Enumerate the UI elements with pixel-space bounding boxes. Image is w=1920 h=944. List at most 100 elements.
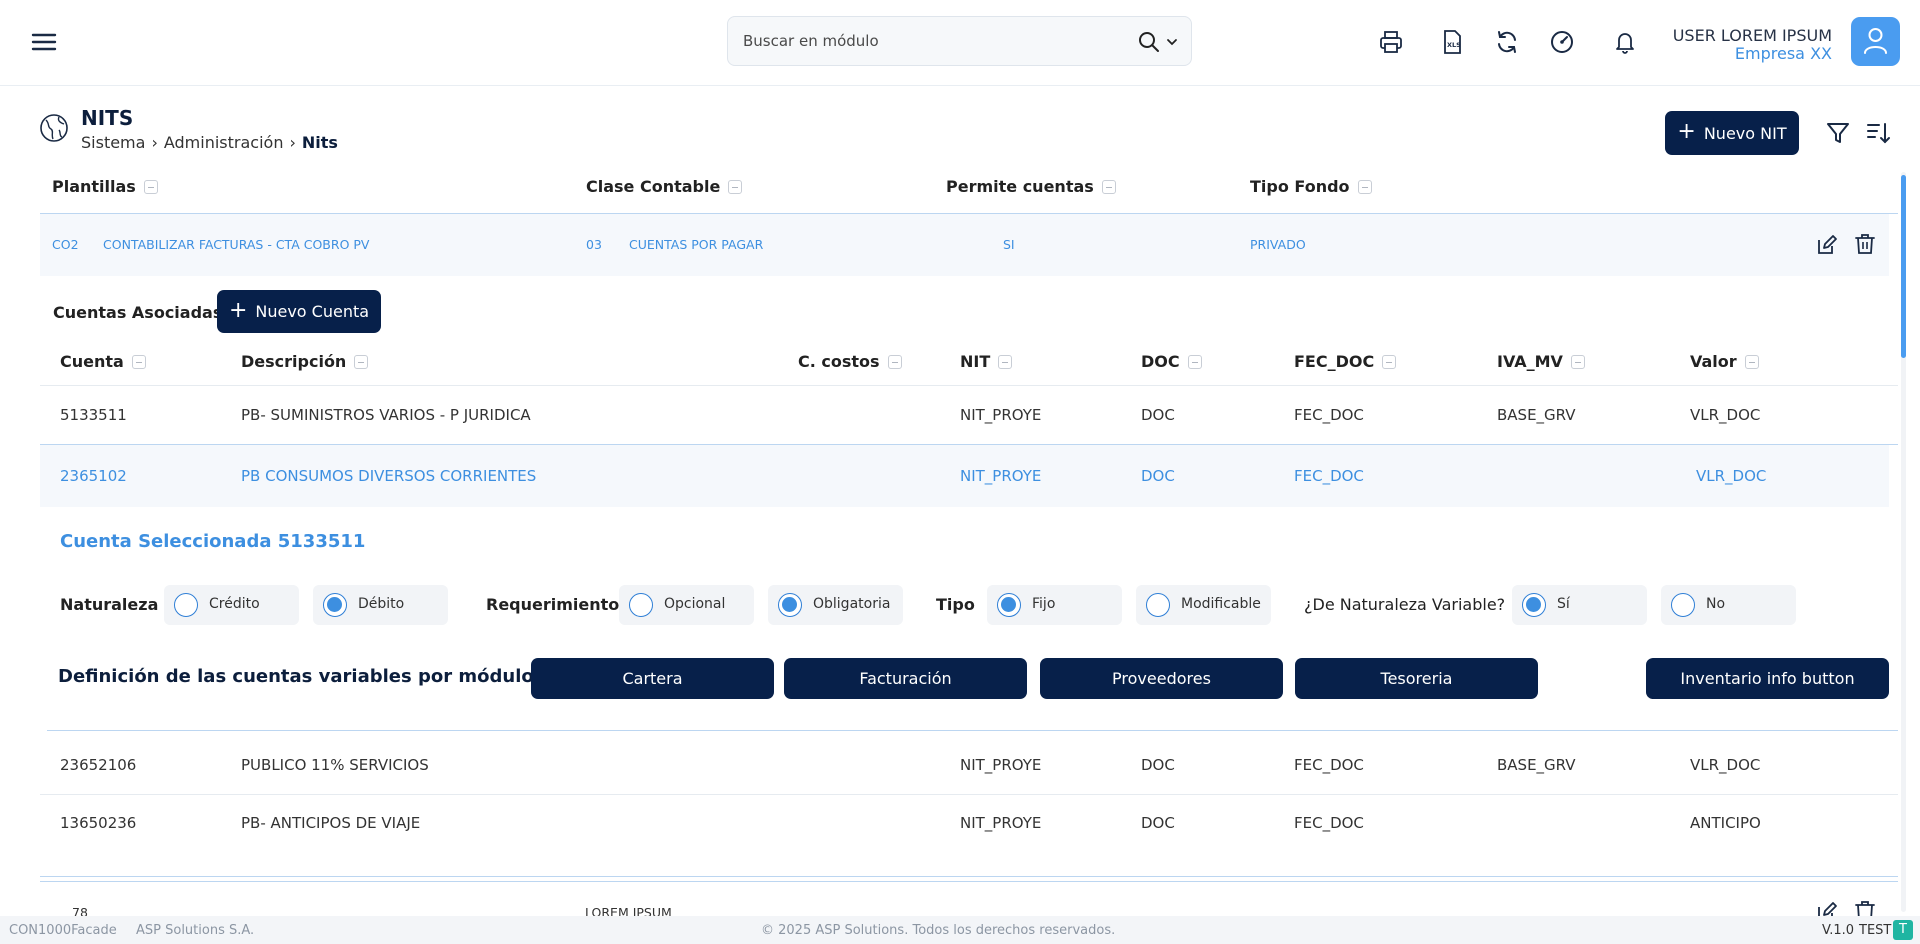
iva-cell: BASE_GRV [1497, 756, 1576, 774]
globe-icon [40, 114, 68, 142]
chevron-right-icon: › [151, 133, 158, 152]
nit-cell: NIT_PROYE [960, 406, 1042, 424]
collapse-icon[interactable] [1187, 354, 1202, 369]
naturaleza-variable-label: ¿De Naturaleza Variable? [1304, 595, 1506, 614]
col-permite-cuentas[interactable]: Permite cuentas [946, 177, 1116, 196]
user-icon [1864, 28, 1887, 54]
edit-icon[interactable] [1815, 233, 1839, 257]
radio-si[interactable]: Sí [1512, 585, 1647, 625]
breadcrumb: Sistema › Administración › Nits [81, 133, 338, 152]
tipo-label: Tipo [936, 595, 975, 614]
filter-icon[interactable] [1824, 119, 1852, 147]
col-valor[interactable]: Valor [1690, 352, 1759, 371]
collapse-icon[interactable] [887, 354, 902, 369]
col-descripcion-label: Descripción [241, 352, 347, 371]
col-fec-doc-label: FEC_DOC [1294, 352, 1375, 371]
col-nit[interactable]: NIT [960, 352, 1013, 371]
fec-cell: FEC_DOC [1294, 467, 1364, 485]
svg-text:XLS: XLS [1447, 41, 1461, 49]
printer-icon[interactable] [1377, 28, 1405, 56]
refresh-icon[interactable] [1493, 28, 1521, 56]
facturacion-button[interactable]: Facturación [784, 658, 1027, 699]
divider [40, 794, 1898, 795]
radio-label: Crédito [209, 596, 260, 612]
col-fec-doc[interactable]: FEC_DOC [1294, 352, 1397, 371]
col-descripcion[interactable]: Descripción [241, 352, 369, 371]
collapse-icon[interactable] [1570, 354, 1585, 369]
collapse-icon[interactable] [143, 179, 158, 194]
chevron-down-icon[interactable] [1165, 35, 1179, 49]
user-company[interactable]: Empresa XX [1735, 44, 1832, 63]
radio-opcional[interactable]: Opcional [619, 585, 754, 625]
avatar[interactable] [1851, 17, 1900, 66]
xls-file-icon[interactable]: XLS [1438, 28, 1466, 56]
radio-fijo[interactable]: Fijo [987, 585, 1122, 625]
collapse-icon[interactable] [1101, 179, 1116, 194]
collapse-icon[interactable] [998, 354, 1013, 369]
radio-selected-icon [323, 593, 347, 617]
plus-icon: + [1677, 119, 1696, 144]
radio-credito[interactable]: Crédito [164, 585, 299, 625]
class-code: 03 [586, 237, 602, 252]
footer-env: TEST [1859, 923, 1892, 938]
search-input[interactable] [743, 17, 1133, 65]
radio-icon [629, 593, 653, 617]
proveedores-button[interactable]: Proveedores [1040, 658, 1283, 699]
bell-icon[interactable] [1611, 28, 1639, 56]
radio-obligatoria[interactable]: Obligatoria [768, 585, 903, 625]
breadcrumb-item-sistema[interactable]: Sistema [81, 133, 145, 152]
col-tipo-fondo-label: Tipo Fondo [1250, 177, 1350, 196]
doc-cell: DOC [1141, 756, 1175, 774]
col-doc[interactable]: DOC [1141, 352, 1202, 371]
scrollbar-thumb[interactable] [1901, 175, 1906, 358]
speedometer-icon[interactable] [1548, 28, 1576, 56]
modules-title: Definición de las cuentas variables por … [58, 666, 545, 687]
radio-debito[interactable]: Débito [313, 585, 448, 625]
cartera-button[interactable]: Cartera [531, 658, 774, 699]
valor-cell: ANTICIPO [1690, 814, 1761, 832]
radio-label: Débito [358, 596, 405, 612]
trash-icon[interactable] [1853, 232, 1877, 256]
footer: CON1000Facade ASP Solutions S.A. © 2025 … [0, 916, 1920, 944]
breadcrumb-item-current: Nits [301, 133, 338, 152]
descripcion-cell: PB- ANTICIPOS DE VIAJE [241, 814, 421, 832]
selected-account-title: Cuenta Seleccionada 5133511 [60, 531, 366, 552]
tesoreria-button[interactable]: Tesoreria [1295, 658, 1538, 699]
col-cuenta[interactable]: Cuenta [60, 352, 146, 371]
plus-icon: + [228, 297, 248, 323]
inventario-button[interactable]: Inventario info button [1646, 658, 1889, 699]
user-name: USER LOREM IPSUM [1672, 26, 1832, 45]
new-nit-button[interactable]: + Nuevo NIT [1665, 111, 1799, 155]
cuenta-cell: 13650236 [60, 814, 137, 832]
radio-icon [1146, 593, 1170, 617]
radio-selected-icon [997, 593, 1021, 617]
sort-icon[interactable] [1865, 120, 1891, 146]
col-valor-label: Valor [1690, 352, 1737, 371]
doc-cell: DOC [1141, 467, 1175, 485]
radio-no[interactable]: No [1661, 585, 1796, 625]
nit-cell: NIT_PROYE [960, 467, 1042, 485]
radio-modificable[interactable]: Modificable [1136, 585, 1271, 625]
new-cuenta-button[interactable]: + Nuevo Cuenta [217, 290, 381, 333]
env-badge[interactable]: T [1893, 920, 1913, 940]
col-tipo-fondo[interactable]: Tipo Fondo [1250, 177, 1372, 196]
footer-version: V.1.0 [1822, 923, 1855, 938]
menu-icon[interactable] [30, 28, 58, 56]
col-c-costos[interactable]: C. costos [798, 352, 902, 371]
divider [40, 876, 1898, 877]
collapse-icon[interactable] [131, 354, 146, 369]
search-icon[interactable] [1137, 30, 1161, 54]
col-iva-mv[interactable]: IVA_MV [1497, 352, 1585, 371]
radio-label: Fijo [1032, 596, 1056, 612]
descripcion-cell: PB- SUMINISTROS VARIOS - P JURIDICA [241, 406, 531, 424]
col-plantillas[interactable]: Plantillas [52, 177, 158, 196]
radio-icon [174, 593, 198, 617]
breadcrumb-item-administracion[interactable]: Administración [164, 133, 284, 152]
collapse-icon[interactable] [728, 179, 743, 194]
collapse-icon[interactable] [354, 354, 369, 369]
collapse-icon[interactable] [1382, 354, 1397, 369]
collapse-icon[interactable] [1357, 179, 1372, 194]
iva-cell: BASE_GRV [1497, 406, 1576, 424]
col-clase-contable[interactable]: Clase Contable [586, 177, 743, 196]
collapse-icon[interactable] [1744, 354, 1759, 369]
